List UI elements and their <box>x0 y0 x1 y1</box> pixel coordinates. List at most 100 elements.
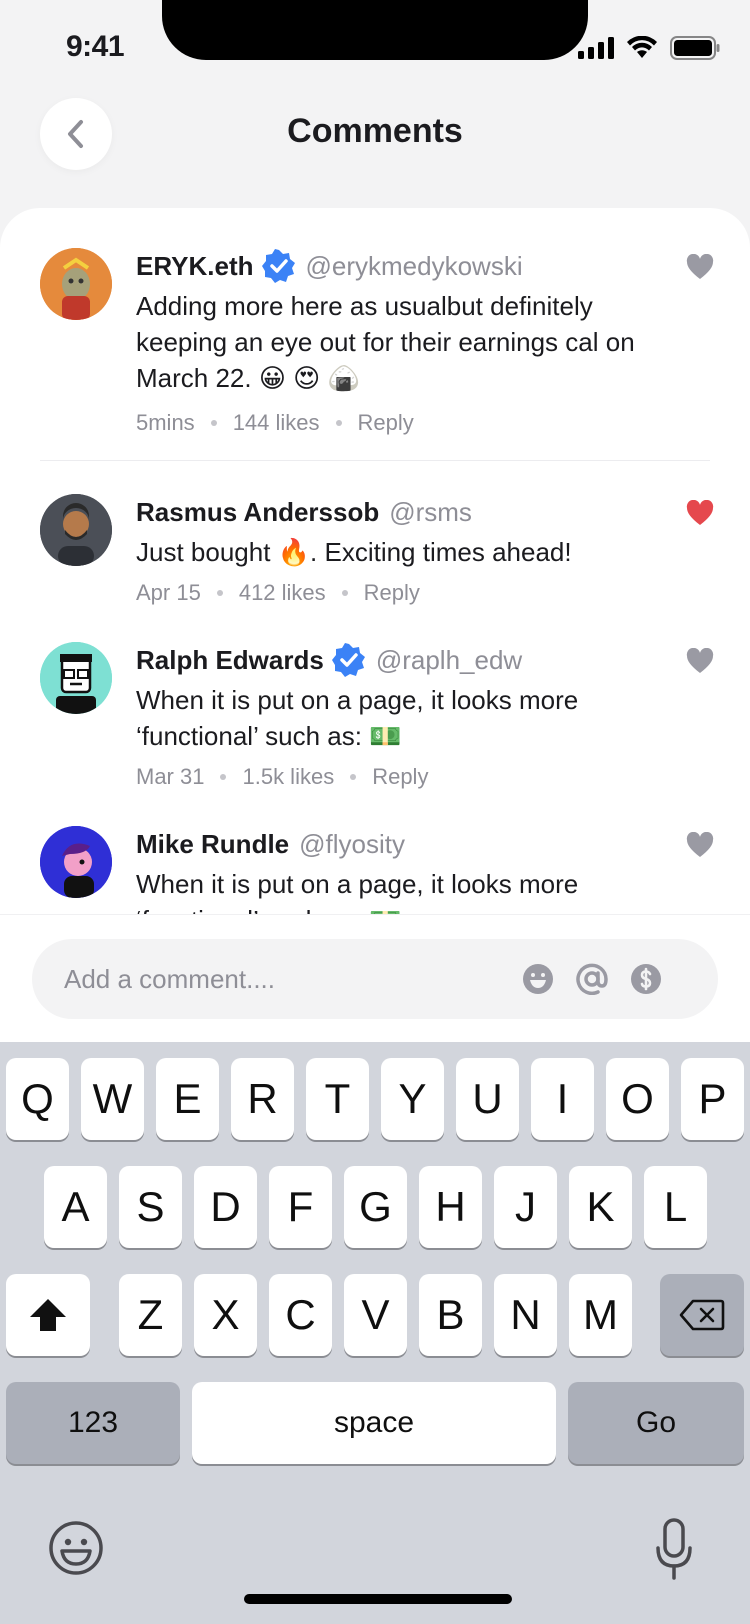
key-w[interactable]: W <box>81 1058 144 1140</box>
comment-text: When it is put on a page, it looks more … <box>136 685 579 751</box>
avatar[interactable] <box>40 494 112 566</box>
comments-list[interactable]: ERYK.eth @erykmedykowski Adding more her… <box>0 208 750 914</box>
comment-header: Mike Rundle @flyosity <box>136 826 680 862</box>
comment-header: Rasmus Anderssob @rsms <box>136 494 680 530</box>
comment-header: ERYK.eth @erykmedykowski <box>136 248 680 284</box>
avatar[interactable] <box>40 826 112 898</box>
key-s[interactable]: S <box>119 1166 182 1248</box>
comment-likes[interactable]: 144 likes <box>233 410 320 436</box>
heart-icon[interactable] <box>686 832 714 858</box>
key-t[interactable]: T <box>306 1058 369 1140</box>
verified-badge-icon <box>261 249 295 283</box>
space-key[interactable]: space <box>192 1382 556 1464</box>
comment-author-handle[interactable]: @erykmedykowski <box>306 251 523 282</box>
separator-dot <box>220 774 227 780</box>
page-title: Comments <box>287 112 463 150</box>
person-avatar-image <box>40 494 112 566</box>
pixel-avatar-image <box>40 642 112 714</box>
shift-arrow-icon <box>30 1299 66 1331</box>
dollar-icon[interactable] <box>630 963 662 995</box>
key-j[interactable]: J <box>494 1166 557 1248</box>
backspace-icon <box>679 1299 725 1331</box>
key-g[interactable]: G <box>344 1166 407 1248</box>
key-d[interactable]: D <box>194 1166 257 1248</box>
comment-author-name[interactable]: Ralph Edwards <box>136 645 324 676</box>
comment-meta: 5mins 144 likes Reply <box>136 410 680 436</box>
comment-time: Mar 31 <box>136 764 205 789</box>
separator-dot <box>210 420 217 426</box>
key-a[interactable]: A <box>44 1166 107 1248</box>
comment-composer <box>0 914 750 1042</box>
device-notch <box>162 0 588 60</box>
comment-body: Rasmus Anderssob @rsms Just bought 🔥. Ex… <box>136 494 680 606</box>
comment-meta: Mar 31 1.5k likes Reply <box>136 764 680 790</box>
status-bar: 9:41 <box>0 0 750 90</box>
avatar[interactable] <box>40 248 112 320</box>
key-c[interactable]: C <box>269 1274 332 1356</box>
backspace-key[interactable] <box>660 1274 744 1356</box>
separator-dot <box>335 420 342 426</box>
comment-text: When it is put on a page, it looks more … <box>136 869 579 914</box>
heart-icon[interactable] <box>686 254 714 280</box>
comment-meta: Apr 15 412 likes Reply <box>136 580 680 606</box>
comment-body: Ralph Edwards @raplh_edw When it is put … <box>136 642 680 790</box>
reply-button[interactable]: Reply <box>364 580 420 606</box>
home-indicator <box>244 1594 512 1604</box>
key-l[interactable]: L <box>644 1166 707 1248</box>
comment-author-handle[interactable]: @rsms <box>389 497 472 528</box>
header: Comments <box>0 90 750 210</box>
verified-badge-icon <box>331 643 365 677</box>
divider <box>40 460 710 461</box>
comment-text: Just bought 🔥. Exciting times ahead! <box>136 537 572 567</box>
comment-author-name[interactable]: Rasmus Anderssob <box>136 497 379 528</box>
heart-filled-icon[interactable] <box>686 500 714 526</box>
numbers-key[interactable]: 123 <box>6 1382 180 1464</box>
key-z[interactable]: Z <box>119 1274 182 1356</box>
key-b[interactable]: B <box>419 1274 482 1356</box>
heart-icon[interactable] <box>686 648 714 674</box>
comment-body: ERYK.eth @erykmedykowski Adding more her… <box>136 248 680 436</box>
key-q[interactable]: Q <box>6 1058 69 1140</box>
mention-icon[interactable] <box>576 963 608 995</box>
emoji-icon[interactable] <box>522 963 554 995</box>
comment-author-name[interactable]: Mike Rundle <box>136 829 289 860</box>
microphone-icon[interactable] <box>656 1518 692 1582</box>
comment-input-container[interactable] <box>32 939 718 1019</box>
key-x[interactable]: X <box>194 1274 257 1356</box>
key-k[interactable]: K <box>569 1166 632 1248</box>
illustrated-avatar-image <box>40 826 112 898</box>
status-icons <box>578 36 720 60</box>
reply-button[interactable]: Reply <box>372 764 428 790</box>
comment-likes[interactable]: 412 likes <box>239 580 326 606</box>
avatar[interactable] <box>40 642 112 714</box>
key-y[interactable]: Y <box>381 1058 444 1140</box>
comment-author-name[interactable]: ERYK.eth <box>136 251 254 282</box>
battery-icon <box>670 36 720 60</box>
go-key[interactable]: Go <box>568 1382 744 1464</box>
key-i[interactable]: I <box>531 1058 594 1140</box>
separator-dot <box>341 590 348 596</box>
wifi-icon <box>627 36 657 58</box>
key-r[interactable]: R <box>231 1058 294 1140</box>
comment-author-handle[interactable]: @flyosity <box>299 829 405 860</box>
emoji-keyboard-icon[interactable] <box>48 1520 104 1576</box>
comment-input[interactable] <box>64 939 514 1019</box>
reply-button[interactable]: Reply <box>358 410 414 436</box>
key-f[interactable]: F <box>269 1166 332 1248</box>
comment-likes[interactable]: 1.5k likes <box>242 764 334 790</box>
shift-key[interactable] <box>6 1274 90 1356</box>
key-m[interactable]: M <box>569 1274 632 1356</box>
comment-time: 5mins <box>136 410 195 435</box>
key-e[interactable]: E <box>156 1058 219 1140</box>
key-p[interactable]: P <box>681 1058 744 1140</box>
key-n[interactable]: N <box>494 1274 557 1356</box>
comment-author-handle[interactable]: @raplh_edw <box>376 645 522 676</box>
key-v[interactable]: V <box>344 1274 407 1356</box>
comment-body: Mike Rundle @flyosity When it is put on … <box>136 826 680 915</box>
key-h[interactable]: H <box>419 1166 482 1248</box>
ape-avatar-image <box>40 248 112 320</box>
comment-time: Apr 15 <box>136 580 201 605</box>
keyboard: Q W E R T Y U I O P A S D F G H J K L Z … <box>0 1042 750 1624</box>
key-u[interactable]: U <box>456 1058 519 1140</box>
key-o[interactable]: O <box>606 1058 669 1140</box>
